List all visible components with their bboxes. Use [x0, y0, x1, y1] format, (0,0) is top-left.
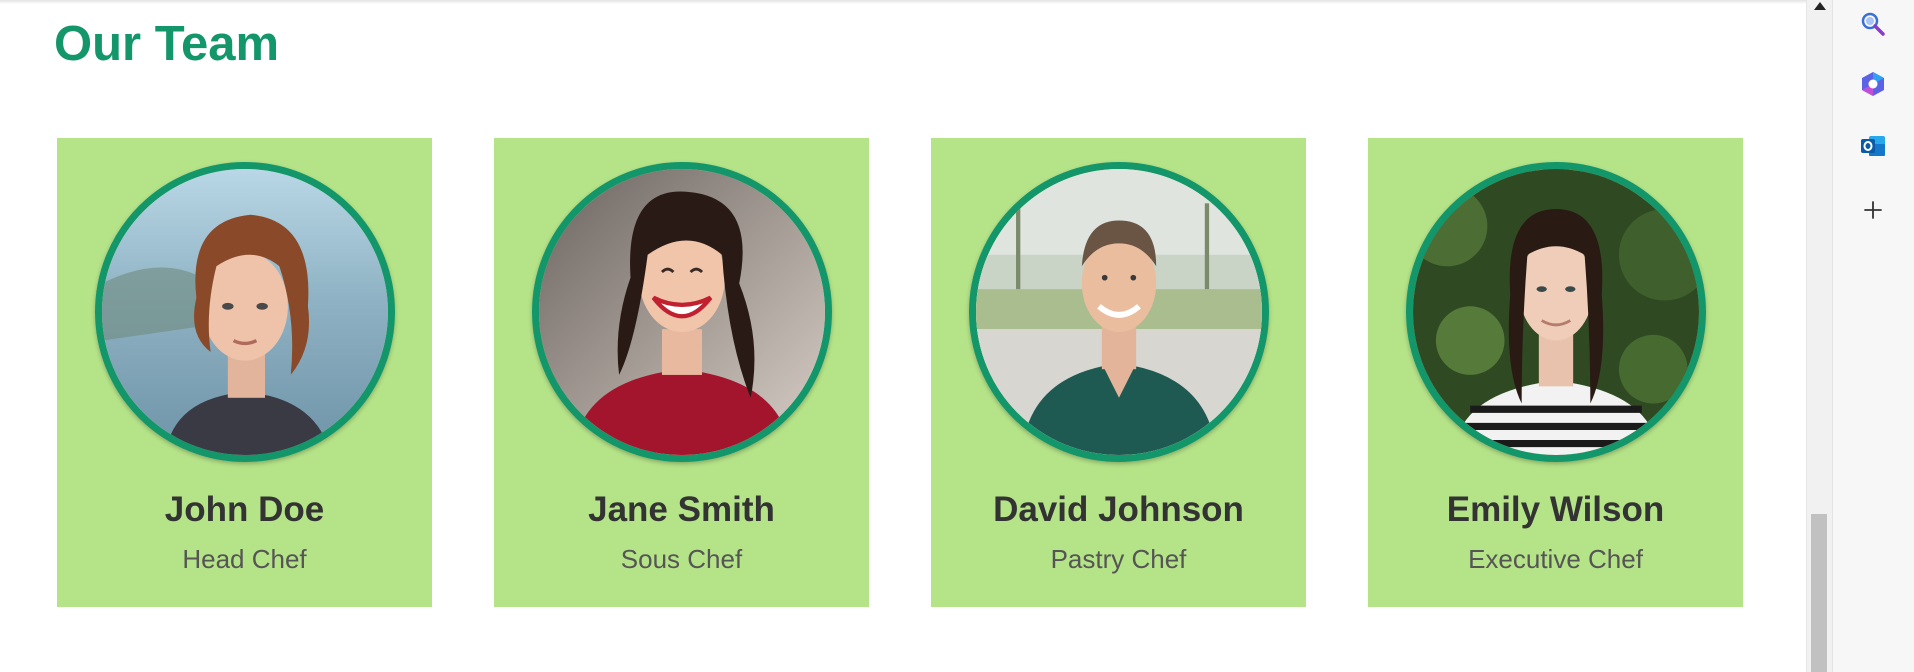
page-viewport: Our Team John Doe Head Chef Jane Smith S… [0, 0, 1806, 672]
team-member-role: Sous Chef [620, 544, 743, 574]
header-shadow [0, 0, 1806, 4]
section-title: Our Team [54, 17, 280, 71]
scroll-thumb[interactable] [1811, 514, 1827, 672]
team-member-role: Pastry Chef [1050, 544, 1187, 574]
team-grid: John Doe Head Chef Jane Smith Sous Chef … [57, 138, 1743, 607]
search-icon[interactable] [1855, 6, 1891, 42]
scroll-up-arrow-icon[interactable] [1814, 2, 1826, 10]
team-member-name: Emily Wilson [1446, 490, 1665, 529]
vertical-scrollbar[interactable] [1806, 0, 1832, 672]
team-card: John Doe Head Chef [57, 138, 432, 607]
team-member-photo [1406, 162, 1706, 462]
team-member-photo [969, 162, 1269, 462]
copilot-icon[interactable] [1855, 66, 1891, 102]
team-card: Jane Smith Sous Chef [494, 138, 869, 607]
browser-sidebar [1832, 0, 1914, 672]
team-member-name: David Johnson [993, 490, 1244, 529]
outlook-icon[interactable] [1855, 128, 1891, 164]
team-member-photo [532, 162, 832, 462]
team-member-role: Head Chef [182, 544, 307, 574]
team-member-name: John Doe [164, 490, 325, 529]
team-member-role: Executive Chef [1468, 544, 1643, 574]
team-card: David Johnson Pastry Chef [931, 138, 1306, 607]
team-member-name: Jane Smith [588, 490, 775, 529]
team-card: Emily Wilson Executive Chef [1368, 138, 1743, 607]
add-icon[interactable] [1855, 192, 1891, 228]
team-member-photo [95, 162, 395, 462]
